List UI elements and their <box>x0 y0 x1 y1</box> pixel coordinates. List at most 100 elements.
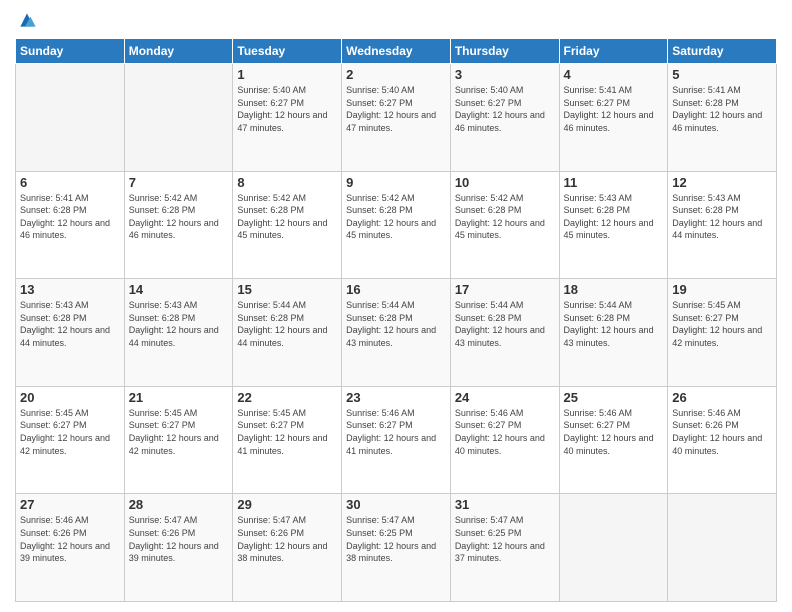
calendar-cell: 17 Sunrise: 5:44 AM Sunset: 6:28 PM Dayli… <box>450 279 559 387</box>
day-info: Sunrise: 5:43 AM Sunset: 6:28 PM Dayligh… <box>672 192 772 242</box>
day-number: 28 <box>129 497 229 512</box>
calendar-week-row: 13 Sunrise: 5:43 AM Sunset: 6:28 PM Dayli… <box>16 279 777 387</box>
day-number: 5 <box>672 67 772 82</box>
calendar-cell: 13 Sunrise: 5:43 AM Sunset: 6:28 PM Dayli… <box>16 279 125 387</box>
day-info: Sunrise: 5:46 AM Sunset: 6:27 PM Dayligh… <box>455 407 555 457</box>
day-info: Sunrise: 5:46 AM Sunset: 6:27 PM Dayligh… <box>564 407 664 457</box>
day-number: 15 <box>237 282 337 297</box>
day-info: Sunrise: 5:47 AM Sunset: 6:25 PM Dayligh… <box>346 514 446 564</box>
day-number: 2 <box>346 67 446 82</box>
day-number: 4 <box>564 67 664 82</box>
calendar: SundayMondayTuesdayWednesdayThursdayFrid… <box>15 38 777 602</box>
weekday-header-monday: Monday <box>124 39 233 64</box>
weekday-header-wednesday: Wednesday <box>342 39 451 64</box>
calendar-cell: 5 Sunrise: 5:41 AM Sunset: 6:28 PM Daylig… <box>668 64 777 172</box>
day-info: Sunrise: 5:41 AM Sunset: 6:28 PM Dayligh… <box>20 192 120 242</box>
day-number: 22 <box>237 390 337 405</box>
calendar-cell: 19 Sunrise: 5:45 AM Sunset: 6:27 PM Dayli… <box>668 279 777 387</box>
day-info: Sunrise: 5:46 AM Sunset: 6:26 PM Dayligh… <box>20 514 120 564</box>
day-info: Sunrise: 5:44 AM Sunset: 6:28 PM Dayligh… <box>455 299 555 349</box>
weekday-header-tuesday: Tuesday <box>233 39 342 64</box>
calendar-cell: 1 Sunrise: 5:40 AM Sunset: 6:27 PM Daylig… <box>233 64 342 172</box>
day-info: Sunrise: 5:40 AM Sunset: 6:27 PM Dayligh… <box>346 84 446 134</box>
day-number: 13 <box>20 282 120 297</box>
day-number: 19 <box>672 282 772 297</box>
weekday-header-friday: Friday <box>559 39 668 64</box>
day-number: 3 <box>455 67 555 82</box>
calendar-cell: 9 Sunrise: 5:42 AM Sunset: 6:28 PM Daylig… <box>342 171 451 279</box>
day-info: Sunrise: 5:46 AM Sunset: 6:26 PM Dayligh… <box>672 407 772 457</box>
day-number: 14 <box>129 282 229 297</box>
calendar-cell <box>559 494 668 602</box>
day-info: Sunrise: 5:42 AM Sunset: 6:28 PM Dayligh… <box>237 192 337 242</box>
day-info: Sunrise: 5:40 AM Sunset: 6:27 PM Dayligh… <box>237 84 337 134</box>
day-number: 21 <box>129 390 229 405</box>
day-info: Sunrise: 5:41 AM Sunset: 6:28 PM Dayligh… <box>672 84 772 134</box>
calendar-week-row: 1 Sunrise: 5:40 AM Sunset: 6:27 PM Daylig… <box>16 64 777 172</box>
calendar-cell: 23Sunrise: 5:46 AM Sunset: 6:27 PM Dayli… <box>342 386 451 494</box>
calendar-cell: 14Sunrise: 5:43 AM Sunset: 6:28 PM Dayli… <box>124 279 233 387</box>
day-number: 1 <box>237 67 337 82</box>
calendar-cell: 31 Sunrise: 5:47 AM Sunset: 6:25 PM Dayli… <box>450 494 559 602</box>
calendar-week-row: 20 Sunrise: 5:45 AM Sunset: 6:27 PM Dayli… <box>16 386 777 494</box>
calendar-week-row: 27Sunrise: 5:46 AM Sunset: 6:26 PM Dayli… <box>16 494 777 602</box>
calendar-cell: 22 Sunrise: 5:45 AM Sunset: 6:27 PM Dayli… <box>233 386 342 494</box>
day-number: 17 <box>455 282 555 297</box>
calendar-cell: 30 Sunrise: 5:47 AM Sunset: 6:25 PM Dayli… <box>342 494 451 602</box>
day-info: Sunrise: 5:47 AM Sunset: 6:26 PM Dayligh… <box>237 514 337 564</box>
calendar-cell: 18 Sunrise: 5:44 AM Sunset: 6:28 PM Dayli… <box>559 279 668 387</box>
day-number: 7 <box>129 175 229 190</box>
day-number: 6 <box>20 175 120 190</box>
day-info: Sunrise: 5:40 AM Sunset: 6:27 PM Dayligh… <box>455 84 555 134</box>
weekday-header-saturday: Saturday <box>668 39 777 64</box>
day-number: 9 <box>346 175 446 190</box>
day-info: Sunrise: 5:43 AM Sunset: 6:28 PM Dayligh… <box>564 192 664 242</box>
header <box>15 10 777 30</box>
day-info: Sunrise: 5:44 AM Sunset: 6:28 PM Dayligh… <box>564 299 664 349</box>
day-number: 20 <box>20 390 120 405</box>
day-number: 11 <box>564 175 664 190</box>
weekday-header-row: SundayMondayTuesdayWednesdayThursdayFrid… <box>16 39 777 64</box>
calendar-cell: 28Sunrise: 5:47 AM Sunset: 6:26 PM Dayli… <box>124 494 233 602</box>
calendar-cell: 4 Sunrise: 5:41 AM Sunset: 6:27 PM Daylig… <box>559 64 668 172</box>
day-number: 18 <box>564 282 664 297</box>
calendar-cell <box>668 494 777 602</box>
calendar-cell: 20 Sunrise: 5:45 AM Sunset: 6:27 PM Dayli… <box>16 386 125 494</box>
page: SundayMondayTuesdayWednesdayThursdayFrid… <box>0 0 792 612</box>
calendar-cell <box>16 64 125 172</box>
day-number: 12 <box>672 175 772 190</box>
day-info: Sunrise: 5:41 AM Sunset: 6:27 PM Dayligh… <box>564 84 664 134</box>
calendar-cell: 12 Sunrise: 5:43 AM Sunset: 6:28 PM Dayli… <box>668 171 777 279</box>
day-info: Sunrise: 5:47 AM Sunset: 6:25 PM Dayligh… <box>455 514 555 564</box>
day-number: 10 <box>455 175 555 190</box>
day-info: Sunrise: 5:42 AM Sunset: 6:28 PM Dayligh… <box>455 192 555 242</box>
logo-icon <box>17 10 37 30</box>
day-info: Sunrise: 5:42 AM Sunset: 6:28 PM Dayligh… <box>346 192 446 242</box>
calendar-cell: 3 Sunrise: 5:40 AM Sunset: 6:27 PM Daylig… <box>450 64 559 172</box>
calendar-cell: 8 Sunrise: 5:42 AM Sunset: 6:28 PM Daylig… <box>233 171 342 279</box>
calendar-cell: 2 Sunrise: 5:40 AM Sunset: 6:27 PM Daylig… <box>342 64 451 172</box>
calendar-cell: 21 Sunrise: 5:45 AM Sunset: 6:27 PM Dayli… <box>124 386 233 494</box>
day-info: Sunrise: 5:46 AM Sunset: 6:27 PM Dayligh… <box>346 407 446 457</box>
day-number: 8 <box>237 175 337 190</box>
day-number: 30 <box>346 497 446 512</box>
day-info: Sunrise: 5:44 AM Sunset: 6:28 PM Dayligh… <box>346 299 446 349</box>
day-number: 16 <box>346 282 446 297</box>
day-number: 29 <box>237 497 337 512</box>
day-number: 26 <box>672 390 772 405</box>
calendar-cell: 25Sunrise: 5:46 AM Sunset: 6:27 PM Dayli… <box>559 386 668 494</box>
calendar-cell: 26 Sunrise: 5:46 AM Sunset: 6:26 PM Dayli… <box>668 386 777 494</box>
calendar-cell: 11 Sunrise: 5:43 AM Sunset: 6:28 PM Dayli… <box>559 171 668 279</box>
calendar-cell <box>124 64 233 172</box>
day-number: 31 <box>455 497 555 512</box>
logo <box>15 10 37 30</box>
day-info: Sunrise: 5:45 AM Sunset: 6:27 PM Dayligh… <box>237 407 337 457</box>
calendar-cell: 7Sunrise: 5:42 AM Sunset: 6:28 PM Daylig… <box>124 171 233 279</box>
day-info: Sunrise: 5:45 AM Sunset: 6:27 PM Dayligh… <box>672 299 772 349</box>
day-info: Sunrise: 5:44 AM Sunset: 6:28 PM Dayligh… <box>237 299 337 349</box>
day-info: Sunrise: 5:45 AM Sunset: 6:27 PM Dayligh… <box>20 407 120 457</box>
day-info: Sunrise: 5:43 AM Sunset: 6:28 PM Dayligh… <box>20 299 120 349</box>
calendar-cell: 15 Sunrise: 5:44 AM Sunset: 6:28 PM Dayli… <box>233 279 342 387</box>
day-info: Sunrise: 5:45 AM Sunset: 6:27 PM Dayligh… <box>129 407 229 457</box>
calendar-cell: 27Sunrise: 5:46 AM Sunset: 6:26 PM Dayli… <box>16 494 125 602</box>
